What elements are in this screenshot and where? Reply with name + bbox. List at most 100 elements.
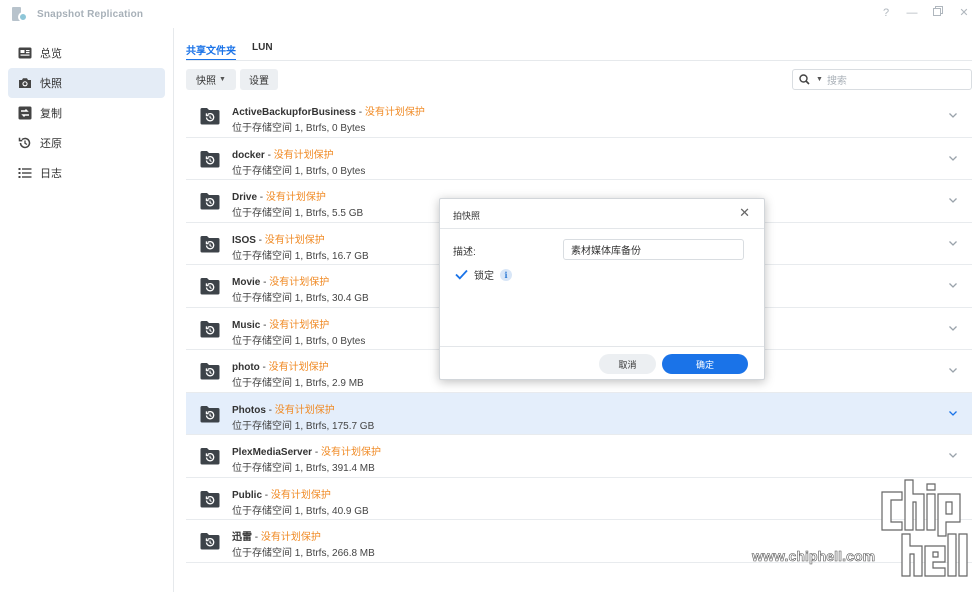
tab-lun[interactable]: LUN	[252, 38, 273, 60]
sidebar-item-label: 复制	[40, 108, 62, 120]
dialog-title: 拍快照	[453, 211, 481, 221]
protection-status: 没有计划保护	[268, 362, 329, 373]
log-list-icon	[18, 166, 32, 180]
snapshot-dropdown-button[interactable]: 快照 ▼	[186, 69, 236, 90]
lock-checkbox[interactable]	[454, 268, 468, 282]
folder-name: 迅雷	[232, 532, 252, 543]
overview-icon	[18, 46, 32, 60]
folder-location-info: 位于存储空间 1, Btrfs, 2.9 MB	[232, 378, 364, 389]
sidebar-item-replication[interactable]: 复制	[8, 98, 165, 128]
separator: -	[252, 532, 261, 543]
app-logo-icon	[12, 6, 28, 22]
folder-name: photo	[232, 362, 260, 373]
lock-option[interactable]: 锁定 i	[454, 267, 512, 282]
shared-folder-snapshot-icon	[200, 277, 220, 295]
snapshot-button-label: 快照	[196, 76, 217, 87]
protection-status: 没有计划保护	[320, 447, 381, 458]
separator: -	[262, 489, 271, 501]
restore-icon	[933, 6, 943, 16]
description-label: 描述:	[453, 247, 476, 258]
restore-button[interactable]	[932, 6, 944, 20]
description-input[interactable]: 素材媒体库备份	[563, 239, 744, 260]
close-button[interactable]: ✕	[958, 6, 970, 20]
minimize-button[interactable]: —	[906, 6, 918, 20]
folder-name: Movie	[232, 277, 261, 288]
close-icon[interactable]: ✕	[739, 206, 750, 220]
search-icon	[799, 74, 815, 85]
chevron-down-icon[interactable]	[948, 279, 958, 289]
shared-folder-snapshot-icon	[200, 447, 220, 465]
folder-name: Drive	[232, 192, 258, 203]
protection-status: 没有计划保护	[274, 404, 335, 416]
chevron-down-icon[interactable]	[948, 194, 958, 204]
shared-folder-snapshot-icon	[200, 235, 220, 253]
separator: -	[265, 404, 275, 416]
chevron-down-icon[interactable]	[948, 407, 958, 417]
shared-folder-snapshot-icon	[200, 362, 220, 380]
table-row[interactable]: docker - 没有计划保护 位于存储空间 1, Btrfs, 0 Bytes	[186, 138, 972, 180]
search-field[interactable]: ▼ 搜索	[792, 69, 972, 90]
app-title: Snapshot Replication	[37, 8, 144, 20]
caret-down-icon: ▼	[219, 76, 226, 83]
protection-status: 没有计划保护	[265, 192, 326, 203]
help-button[interactable]: ?	[880, 6, 892, 20]
window-controls: ? — ✕	[880, 6, 970, 20]
shared-folder-snapshot-icon	[200, 320, 220, 338]
folder-location-info: 位于存储空间 1, Btrfs, 40.9 GB	[232, 505, 369, 517]
confirm-button[interactable]: 确定	[662, 354, 748, 374]
chevron-down-icon[interactable]	[948, 152, 958, 162]
folder-name-line: Movie - 没有计划保护	[232, 273, 329, 288]
shared-folder-snapshot-icon	[200, 532, 220, 550]
folder-location-info: 位于存储空间 1, Btrfs, 16.7 GB	[232, 250, 369, 262]
sidebar-item-log[interactable]: 日志	[8, 158, 165, 188]
shared-folder-snapshot-icon	[200, 192, 220, 210]
caret-down-icon[interactable]: ▼	[816, 76, 823, 83]
protection-status: 没有计划保护	[264, 234, 325, 246]
shared-folder-snapshot-icon	[200, 405, 220, 423]
protection-status: 没有计划保护	[270, 489, 331, 501]
table-row[interactable]: ActiveBackupforBusiness - 没有计划保护位于存储空间 1…	[186, 95, 972, 138]
folder-name-line: ISOS - 没有计划保护	[232, 231, 325, 246]
sidebar: 总览 快照 复制 还原 日志	[0, 28, 174, 592]
separator: -	[312, 447, 321, 458]
chevron-down-icon[interactable]	[948, 109, 958, 119]
separator: -	[255, 234, 265, 246]
folder-location-info: 位于存储空间 1, Btrfs, 266.8 MB	[232, 548, 375, 559]
tab-shared-folders[interactable]: 共享文件夹	[186, 38, 236, 61]
table-row[interactable]: Photos - 没有计划保护 位于存储空间 1, Btrfs, 175.7 GB	[186, 392, 972, 435]
checkmark-icon	[454, 269, 468, 280]
chevron-down-icon[interactable]	[948, 449, 958, 459]
separator: -	[259, 362, 269, 373]
folder-name-line: ActiveBackupforBusiness - 没有计划保护	[232, 103, 425, 118]
protection-status: 没有计划保护	[364, 107, 425, 118]
chiphell-logo-icon	[881, 479, 968, 577]
folder-name-line: 迅雷 - 没有计划保护	[232, 528, 321, 543]
sidebar-item-label: 总览	[40, 48, 62, 60]
folder-location-info: 位于存储空间 1, Btrfs, 0 Bytes	[232, 123, 366, 134]
protection-status: 没有计划保护	[260, 532, 321, 543]
folder-name: ActiveBackupforBusiness	[232, 107, 356, 118]
restore-icon	[18, 136, 32, 150]
cancel-button[interactable]: 取消	[599, 354, 656, 374]
chevron-down-icon[interactable]	[948, 322, 958, 332]
dialog-header: 拍快照 ✕	[440, 199, 764, 229]
folder-location-info: 位于存储空间 1, Btrfs, 0 Bytes	[232, 335, 366, 347]
tab-divider	[186, 60, 972, 61]
separator: -	[257, 192, 266, 203]
info-icon[interactable]: i	[500, 268, 512, 281]
sidebar-item-label: 日志	[40, 168, 62, 180]
chevron-down-icon[interactable]	[948, 237, 958, 247]
sidebar-item-snapshot[interactable]: 快照	[8, 68, 165, 98]
camera-icon	[18, 76, 32, 90]
sidebar-item-label: 还原	[40, 138, 62, 150]
folder-name-line: PlexMediaServer - 没有计划保护	[232, 443, 381, 458]
separator: -	[355, 107, 365, 118]
folder-name: Music	[232, 319, 261, 331]
chevron-down-icon[interactable]	[948, 364, 958, 374]
tab-bar: 共享文件夹 LUN	[186, 38, 273, 61]
settings-button[interactable]: 设置	[240, 69, 278, 90]
folder-location-info: 位于存储空间 1, Btrfs, 0 Bytes	[232, 165, 366, 177]
sidebar-item-restore[interactable]: 还原	[8, 128, 165, 158]
sidebar-item-overview[interactable]: 总览	[8, 38, 165, 68]
table-row[interactable]: PlexMediaServer - 没有计划保护 位于存储空间 1, Btrfs,…	[186, 435, 972, 478]
